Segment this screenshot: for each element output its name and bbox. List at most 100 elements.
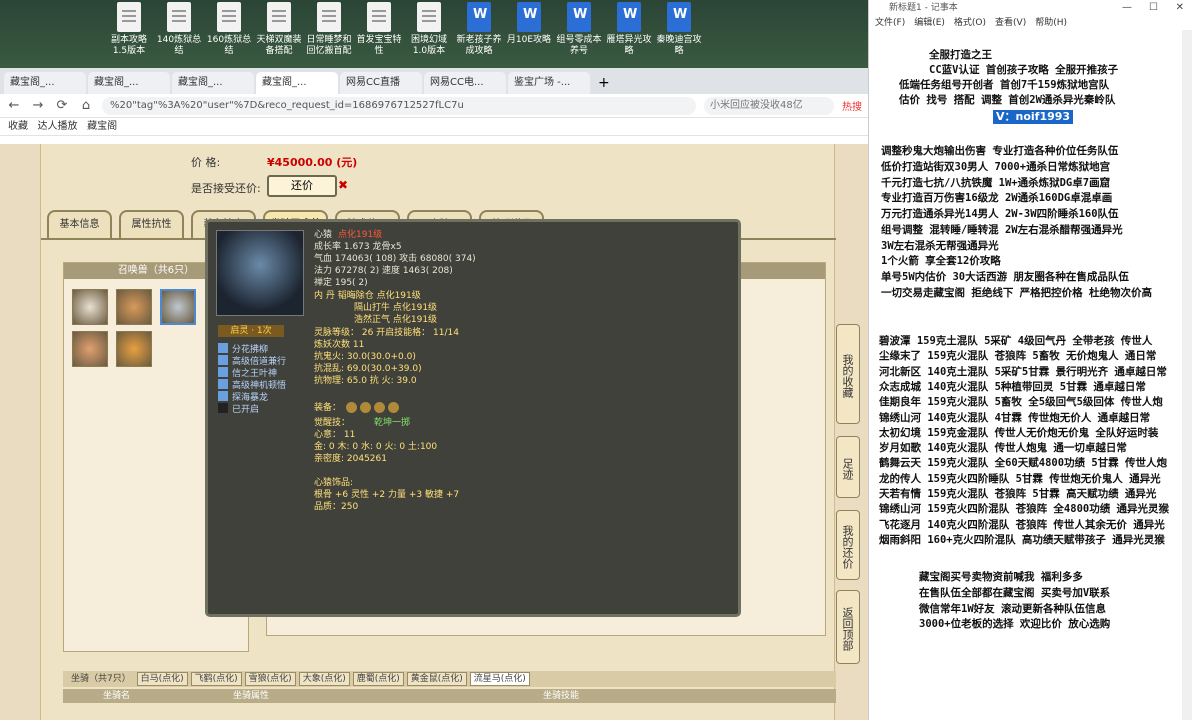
desktop-icon[interactable]: 秦晚迪宫攻略: [654, 2, 704, 57]
desktop-icon[interactable]: 新老孩子养成攻略: [454, 2, 504, 57]
maximize-icon[interactable]: ☐: [1149, 0, 1158, 16]
mount-tab[interactable]: 流星马(点化): [469, 672, 530, 686]
browser-tab[interactable]: 网易CC电...: [424, 72, 506, 94]
intimacy-value: 亲密度: 2045261: [314, 454, 387, 464]
notepad-line: 太初幻境 159克金混队 传世人无价炮无价鬼 全队好运时装: [879, 426, 1159, 439]
ornament-quality: 品质：250: [314, 502, 359, 512]
notepad-line: 鹤舞云天 159克火混队 全60天赋4800功绩 5甘霖 传世人炮: [879, 457, 1168, 470]
element-values: 金: 0 木: 0 水: 0 火: 0 土:100: [314, 442, 438, 452]
pet-refine: 炼妖次数 11: [314, 340, 365, 350]
pet-thumbnail[interactable]: [72, 331, 108, 367]
pet-thumbnail[interactable]: [116, 289, 152, 325]
mount-bar-title: 坐骑（共7只）: [71, 674, 131, 684]
close-window-icon[interactable]: ✕: [1176, 0, 1184, 16]
notepad-line: CC蓝V认证 首创孩子攻略 全服开推孩子: [929, 64, 1119, 76]
browser-tab[interactable]: 藏宝阁_...: [4, 72, 86, 94]
word-doc-icon: [667, 2, 691, 32]
browser-tab[interactable]: 藏宝阁_...: [172, 72, 254, 94]
side-button-3[interactable]: 返回顶部: [836, 590, 860, 664]
equip-icon-1: [346, 402, 357, 413]
word-doc-icon: [467, 2, 491, 32]
close-icon[interactable]: ✖: [338, 178, 348, 192]
url-field[interactable]: %20"tag"%3A%20"user"%7D&reco_request_id=…: [102, 96, 696, 115]
notepad-line: 锦绣山河 159克火四阶混队 苍狼阵 全4800功绩 通异光灵猴: [879, 503, 1170, 516]
mount-tab[interactable]: 黄金鼠(点化): [406, 672, 467, 686]
browser-tab[interactable]: 网易CC直播: [340, 72, 422, 94]
notepad-line: 3W左右混杀无帮强通异光: [881, 239, 999, 252]
notepad-menu-item[interactable]: 文件(F): [875, 18, 905, 28]
notepad-line: 飞花逐月 140克火四阶混队 苍狼阵 传世人其余无价 通异光: [879, 518, 1165, 531]
pet-name-tag: 点化191级: [338, 230, 383, 240]
notepad-window: 新标题1 - 记事本 — ☐ ✕ 文件(F) 编辑(E) 格式(O) 查看(V) 帮助(…: [868, 0, 1192, 720]
mount-tab[interactable]: 飞鹤(点化): [190, 672, 242, 686]
pet-spirit: 灵脉等级： 26 开启技能格： 11/14: [314, 328, 459, 338]
equip-icon-4: [388, 402, 399, 413]
mount-tab[interactable]: 白马(点化): [136, 672, 188, 686]
forward-icon[interactable]: →: [30, 98, 46, 113]
bookmark-item[interactable]: 达人播放: [38, 121, 78, 132]
search-box[interactable]: 小米回应被没收48亿: [704, 96, 834, 115]
browser-tab[interactable]: 鉴宝广场 -...: [508, 72, 590, 94]
desktop-icon[interactable]: 首发宝宝特性: [354, 2, 404, 57]
pet-mp-spd: 法力 67278( 2) 速度 1463( 208): [314, 266, 453, 276]
tab-1[interactable]: 属性抗性: [119, 210, 184, 238]
desktop-icon-label: 140炼狱总结: [156, 35, 202, 56]
address-bar: ← → ⟳ ⌂ %20"tag"%3A%20"user"%7D&reco_req…: [0, 94, 868, 118]
desktop-icon[interactable]: 月10E攻略: [504, 2, 554, 46]
browser-tab[interactable]: 藏宝阁_...: [88, 72, 170, 94]
side-button-1[interactable]: 足迹: [836, 436, 860, 498]
side-button-0[interactable]: 我的收藏: [836, 324, 860, 424]
bookmark-item[interactable]: 收藏: [8, 121, 28, 132]
notepad-menu-item[interactable]: 帮助(H): [1035, 18, 1067, 28]
desktop-icon[interactable]: 副本攻略1.5版本: [104, 2, 154, 57]
side-button-2[interactable]: 我的还价: [836, 510, 860, 580]
desktop: 副本攻略1.5版本 140炼狱总结 160炼狱总结 天梯双魔装备搭配 日常睡梦和回忆搬首…: [0, 0, 868, 68]
notepad-menu-item[interactable]: 格式(O): [954, 18, 986, 28]
price-label: 价 格:: [191, 156, 221, 169]
notepad-line: 碧波潭 159克土混队 5采矿 4级回气丹 全带老孩 传世人: [879, 335, 1153, 347]
back-icon[interactable]: ←: [6, 98, 22, 113]
minimize-icon[interactable]: —: [1122, 0, 1132, 16]
notepad-line: 岁月如歌 140克火混队 传世人炮鬼 通一切卓越日常: [879, 442, 1127, 455]
desktop-icon[interactable]: 140炼狱总结: [154, 2, 204, 57]
ornament-title: 心猿饰品:: [314, 478, 354, 488]
desktop-icon-label: 新老孩子养成攻略: [456, 35, 502, 56]
mount-tab[interactable]: 鹿蜀(点化): [352, 672, 404, 686]
notepad-line: 单号5W内估价 30大话西游 朋友圈各种在售成品队伍: [881, 270, 1129, 283]
desktop-icon[interactable]: 雁塔异光攻略: [604, 2, 654, 57]
tab-0[interactable]: 基本信息: [47, 210, 112, 238]
desktop-icon[interactable]: 160炼狱总结: [204, 2, 254, 57]
mount-tab[interactable]: 大象(点化): [298, 672, 350, 686]
notepad-menu-item[interactable]: 编辑(E): [914, 18, 945, 28]
mount-tab[interactable]: 雪狼(点化): [244, 672, 296, 686]
browser-tab[interactable]: 藏宝阁_...: [256, 72, 338, 94]
tab-strip: 藏宝阁_... 藏宝阁_... 藏宝阁_... 藏宝阁_... 网易CC直播 网易CC电.…: [0, 68, 868, 94]
desktop-icon-label: 天梯双魔装备搭配: [256, 35, 302, 56]
skill-name: 已开启: [232, 405, 260, 415]
notepad-line: 万元打造通杀异光14男人 2W-3W四阶睡杀160队伍: [881, 208, 1119, 221]
notepad-line: 千元打造七抗/八抗铁魔 1W+通杀炼狱DG卓7画窟: [881, 176, 1111, 189]
desktop-icon-label: 160炼狱总结: [206, 35, 252, 56]
desktop-icon[interactable]: 天梯双魔装备搭配: [254, 2, 304, 57]
bookmark-bar: 收藏 达人播放 藏宝阁: [0, 118, 868, 136]
pet-thumbnail[interactable]: [160, 289, 196, 325]
pet-thumbnail[interactable]: [72, 289, 108, 325]
refresh-icon[interactable]: ⟳: [54, 98, 70, 113]
notepad-line: 一切交易走藏宝阁 拒绝线下 严格把控价格 杜绝物次价高: [881, 286, 1152, 299]
home-icon[interactable]: ⌂: [78, 98, 94, 113]
desktop-icon[interactable]: 困境幻域1.0版本: [404, 2, 454, 57]
pet-thumbnail[interactable]: [116, 331, 152, 367]
notepad-line: 专业打造百万伤害16级龙 2W通杀160DG卓混卓画: [881, 192, 1113, 205]
skill-name: 高级神机顿悟: [232, 381, 287, 391]
bargain-button[interactable]: 还价: [267, 175, 337, 197]
bookmark-item[interactable]: 藏宝阁: [87, 121, 117, 132]
notepad-scrollbar[interactable]: [1182, 30, 1192, 720]
pet-hp-atk: 气血 174063( 108) 攻击 68080( 374): [314, 254, 476, 264]
word-doc-icon: [517, 2, 541, 32]
new-tab-icon[interactable]: +: [592, 72, 616, 94]
desktop-icon[interactable]: 日常睡梦和回忆搬首配: [304, 2, 354, 57]
hot-search-label[interactable]: 热搜: [842, 98, 862, 113]
desktop-icon[interactable]: 组号零成本养号: [554, 2, 604, 57]
notepad-menu-item[interactable]: 查看(V): [995, 18, 1026, 28]
equip-label: 装备：: [314, 403, 342, 413]
